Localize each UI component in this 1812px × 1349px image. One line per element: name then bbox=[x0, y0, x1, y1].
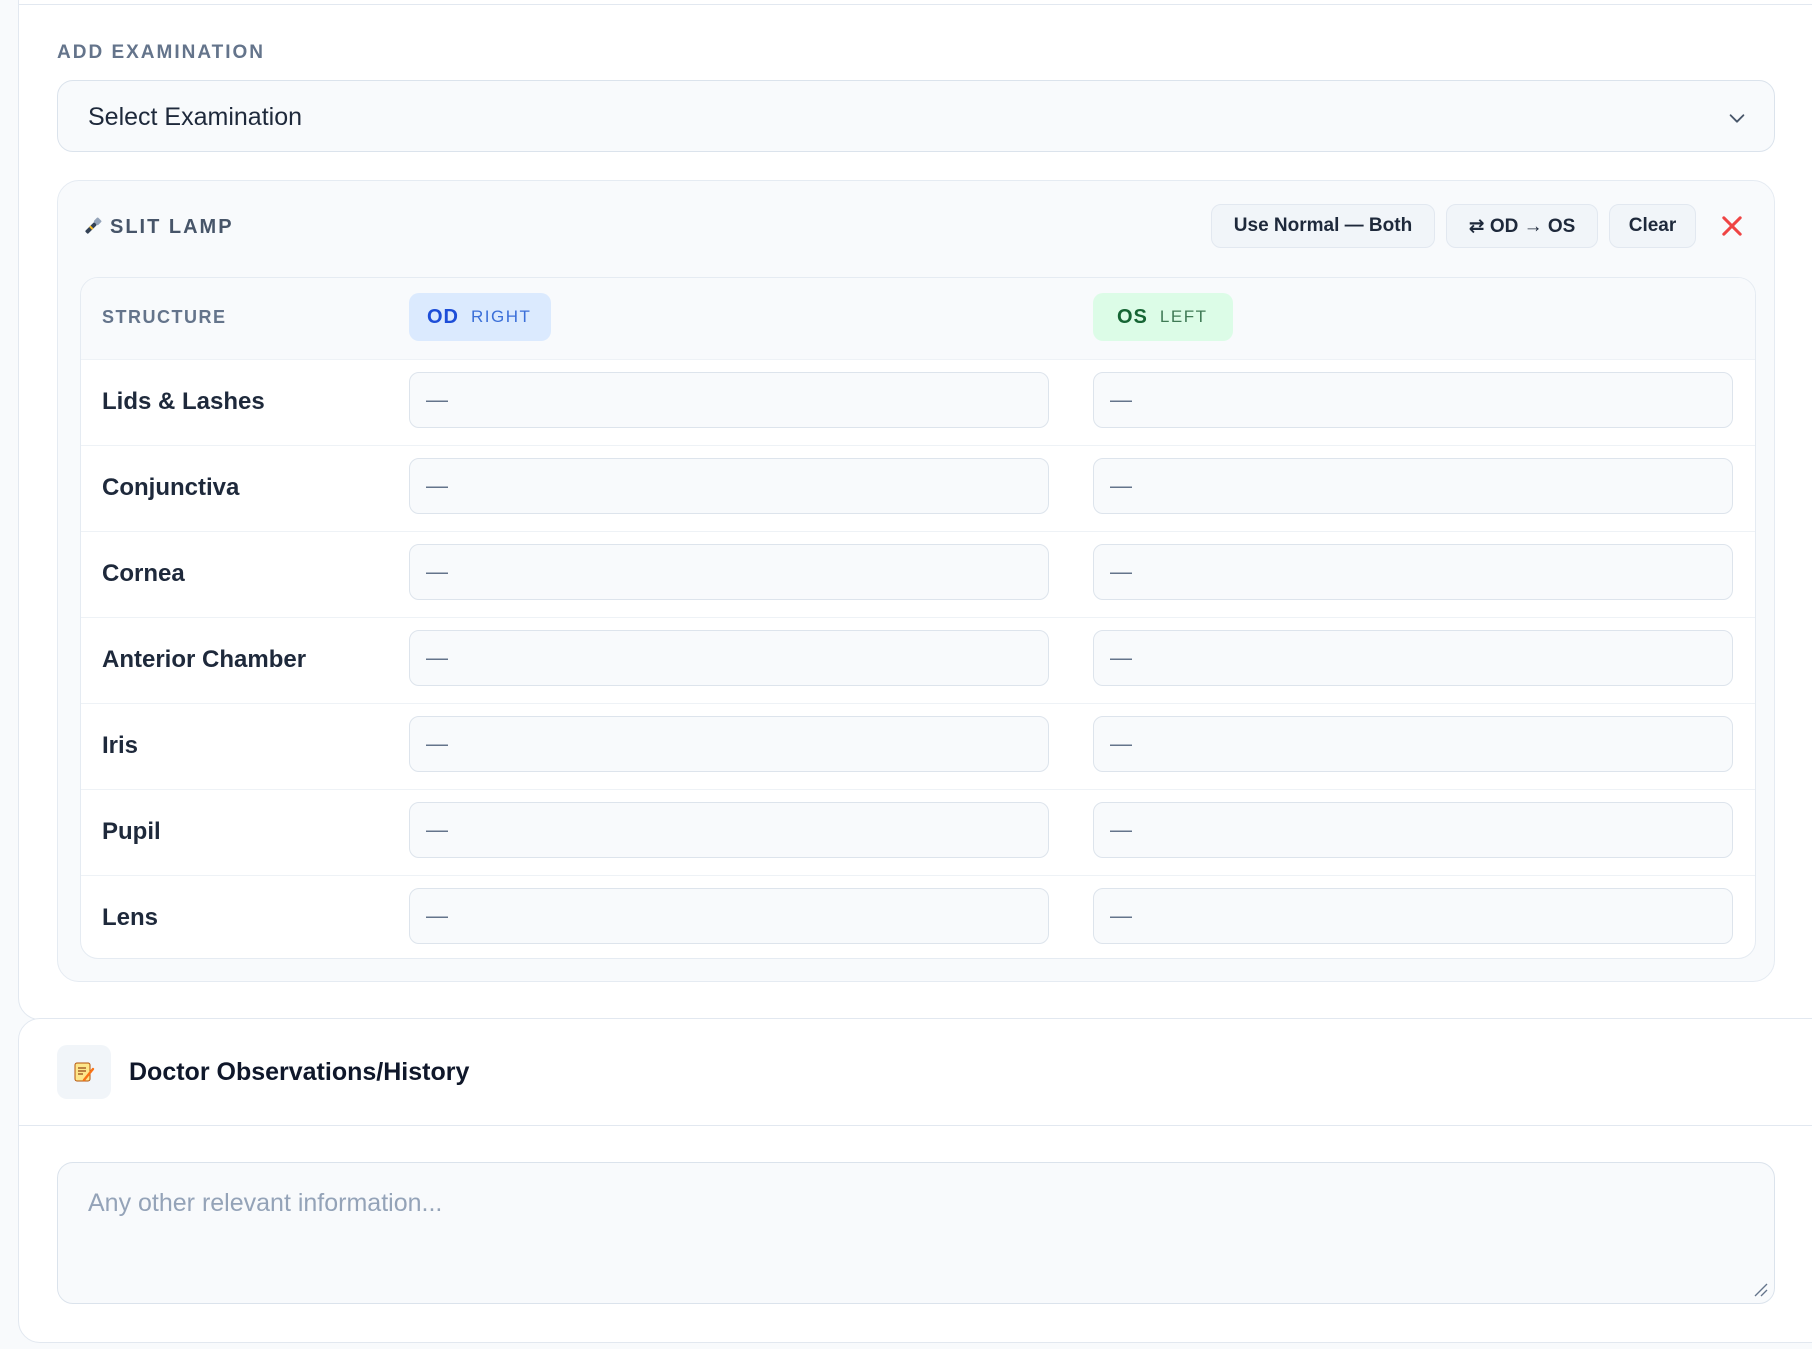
use-normal-both-button[interactable]: Use Normal — Both bbox=[1211, 204, 1435, 248]
exam-title: SLIT LAMP bbox=[110, 216, 234, 238]
od-value-field[interactable]: — bbox=[409, 888, 1049, 944]
structure-name: Lids & Lashes bbox=[102, 388, 265, 415]
observations-title: Doctor Observations/History bbox=[129, 1058, 470, 1086]
flashlight-icon bbox=[85, 217, 102, 234]
add-examination-label: ADD EXAMINATION bbox=[57, 42, 266, 63]
memo-icon-box bbox=[57, 1045, 111, 1099]
table-row: Lids & Lashes — — bbox=[81, 359, 1755, 446]
structure-name: Iris bbox=[102, 732, 139, 759]
slit-lamp-table: STRUCTURE OD RIGHT OS LEFT Lids & Lashes… bbox=[80, 277, 1756, 959]
close-icon[interactable] bbox=[1718, 212, 1746, 240]
os-left-badge: OS LEFT bbox=[1093, 293, 1233, 341]
table-header: STRUCTURE OD RIGHT OS LEFT bbox=[81, 278, 1755, 360]
memo-icon bbox=[74, 1062, 95, 1082]
od-value-field[interactable]: — bbox=[409, 802, 1049, 858]
divider bbox=[19, 1125, 1812, 1126]
structure-name: Cornea bbox=[102, 560, 185, 587]
table-row: Conjunctiva — — bbox=[81, 445, 1755, 532]
od-label: RIGHT bbox=[471, 307, 532, 326]
structure-column-header: STRUCTURE bbox=[102, 307, 227, 327]
doctor-observations-card: Doctor Observations/History Any other re… bbox=[18, 1018, 1812, 1343]
od-value-field[interactable]: — bbox=[409, 716, 1049, 772]
os-value-field[interactable]: — bbox=[1093, 372, 1733, 428]
os-label: LEFT bbox=[1159, 307, 1208, 326]
table-row: Lens — — bbox=[81, 875, 1755, 958]
os-value-field[interactable]: — bbox=[1093, 716, 1733, 772]
table-row: Cornea — — bbox=[81, 531, 1755, 618]
os-value-field[interactable]: — bbox=[1093, 458, 1733, 514]
observations-placeholder: Any other relevant information... bbox=[88, 1189, 443, 1217]
od-value-field[interactable]: — bbox=[409, 630, 1049, 686]
copy-od-to-os-button[interactable]: ⇄ OD → OS bbox=[1446, 204, 1598, 248]
observations-textarea[interactable]: Any other relevant information... bbox=[57, 1162, 1775, 1304]
od-code: OD bbox=[427, 305, 459, 328]
table-row: Anterior Chamber — — bbox=[81, 617, 1755, 704]
od-value-field[interactable]: — bbox=[409, 372, 1049, 428]
structure-name: Pupil bbox=[102, 818, 161, 845]
examination-select-value: Select Examination bbox=[88, 103, 303, 131]
examination-select[interactable]: Select Examination bbox=[57, 80, 1775, 152]
os-value-field[interactable]: — bbox=[1093, 544, 1733, 600]
os-value-field[interactable]: — bbox=[1093, 888, 1733, 944]
od-value-field[interactable]: — bbox=[409, 544, 1049, 600]
os-value-field[interactable]: — bbox=[1093, 802, 1733, 858]
table-row: Iris — — bbox=[81, 703, 1755, 790]
resize-grip-icon[interactable] bbox=[1752, 1281, 1768, 1297]
os-code: OS bbox=[1117, 305, 1148, 328]
chevron-down-icon bbox=[1729, 114, 1745, 123]
structure-name: Conjunctiva bbox=[102, 474, 240, 501]
slit-lamp-card: SLIT LAMP Use Normal — Both ⇄ OD → OS Cl… bbox=[57, 180, 1775, 982]
table-row: Pupil — — bbox=[81, 789, 1755, 876]
od-value-field[interactable]: — bbox=[409, 458, 1049, 514]
structure-name: Lens bbox=[102, 904, 159, 931]
od-right-badge: OD RIGHT bbox=[409, 293, 551, 341]
divider bbox=[18, 4, 1812, 5]
clear-button[interactable]: Clear bbox=[1609, 204, 1696, 248]
structure-name: Anterior Chamber bbox=[102, 646, 307, 673]
os-value-field[interactable]: — bbox=[1093, 630, 1733, 686]
